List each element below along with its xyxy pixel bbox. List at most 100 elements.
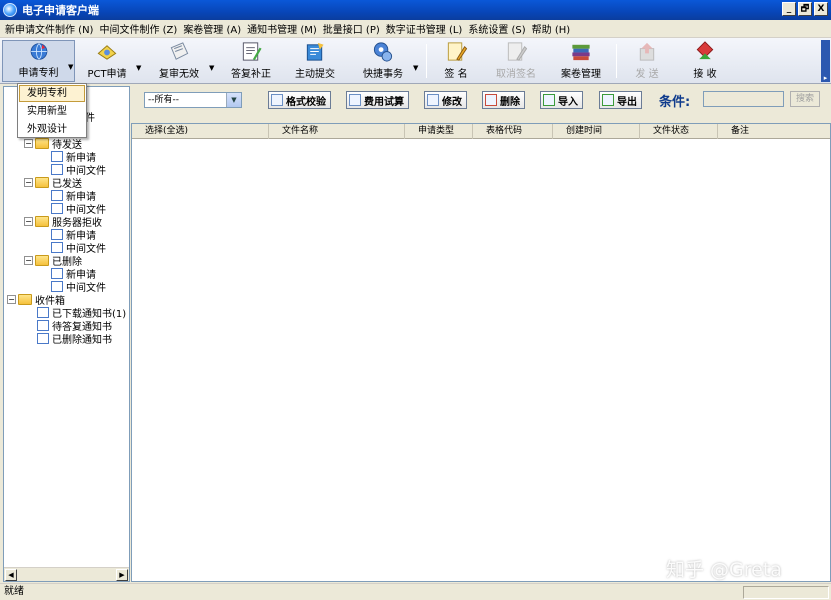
minimize-button[interactable]: _ — [782, 2, 796, 16]
pct-apply-label: PCT申请 — [87, 69, 127, 80]
search-button[interactable]: 搜索 — [790, 91, 820, 107]
modify-button[interactable]: 修改 — [424, 91, 467, 109]
case-management-button[interactable]: 案卷管理 — [556, 40, 606, 82]
document-icon — [51, 202, 63, 214]
collapse-icon[interactable]: − — [24, 177, 33, 187]
horizontal-scrollbar[interactable]: ◀ ▶ — [4, 567, 129, 581]
import-label: 导入 — [558, 96, 578, 108]
reply-correction-button[interactable]: 答复补正 — [227, 40, 275, 82]
chevron-down-icon[interactable]: ▼ — [209, 64, 214, 72]
close-button[interactable]: X — [814, 2, 828, 16]
filter-bar: --所有-- ▼ 格式校验 费用试算 修改 删除 导入 导出 条件: 搜索 — [131, 86, 831, 122]
apply-patent-button[interactable]: 申请专利 ▼ — [2, 40, 75, 82]
menu-help[interactable]: 帮助 (H) — [529, 21, 574, 36]
tree-node-sent[interactable]: − 已发送 — [24, 176, 82, 190]
chevron-down-icon[interactable]: ▼ — [413, 64, 418, 72]
collapse-icon[interactable]: − — [7, 294, 16, 304]
collapse-icon[interactable]: − — [24, 255, 33, 265]
column-header-form-code[interactable]: 表格代码 — [473, 124, 553, 139]
restore-button[interactable]: 🗗 — [798, 2, 812, 16]
tree-node-label: 已删除通知书 — [52, 334, 112, 346]
menu-item-utility-model[interactable]: 实用新型 — [19, 103, 85, 120]
tree-node-pending-new[interactable]: 新申请 — [51, 150, 96, 164]
delete-icon — [485, 94, 497, 106]
tree-node-rejected-intermediate[interactable]: 中间文件 — [51, 241, 106, 255]
receive-label: 接 收 — [693, 69, 717, 80]
send-button[interactable]: 发 送 — [628, 40, 666, 82]
tree-node-pending-reply-notices[interactable]: 待答复通知书 — [37, 319, 112, 333]
notice-icon — [37, 332, 49, 344]
export-label: 导出 — [617, 96, 637, 108]
menu-notice-management[interactable]: 通知书管理 (M) — [244, 21, 320, 36]
tree-node-pending-send[interactable]: − 待发送 — [24, 137, 82, 151]
column-header-file-name[interactable]: 文件名称 — [269, 124, 405, 139]
unsign-icon — [507, 42, 528, 61]
export-button[interactable]: 导出 — [599, 91, 642, 109]
import-button[interactable]: 导入 — [540, 91, 583, 109]
magnifier-icon — [271, 94, 283, 106]
active-submit-button[interactable]: 主动提交 — [289, 40, 341, 82]
tree-node-rejected-new[interactable]: 新申请 — [51, 228, 96, 242]
scroll-right-icon[interactable]: ▶ — [116, 569, 128, 581]
tree-node-pending-intermediate[interactable]: 中间文件 — [51, 163, 106, 177]
app-icon — [3, 3, 17, 17]
scroll-left-icon[interactable]: ◀ — [5, 569, 17, 581]
tree-node-label: 中间文件 — [66, 282, 106, 294]
quick-affairs-button[interactable]: 快捷事务 — [357, 40, 409, 82]
tree-node-deleted-notices[interactable]: 已删除通知书 — [37, 332, 112, 346]
condition-input[interactable] — [703, 91, 784, 107]
send-icon — [639, 42, 655, 61]
menu-system-settings[interactable]: 系统设置 (S) — [465, 21, 528, 36]
delete-button[interactable]: 删除 — [482, 91, 525, 109]
toolbar: 申请专利 ▼ PCT申请 ▼ 复审无效 ▼ 答复补正 主动提交 快捷事务 ▼ 签… — [0, 38, 831, 84]
tree-node-sent-intermediate[interactable]: 中间文件 — [51, 202, 106, 216]
column-header-created-time[interactable]: 创建时间 — [553, 124, 640, 139]
chevron-down-icon[interactable]: ▼ — [68, 63, 73, 71]
column-header-remarks[interactable]: 备注 — [718, 124, 830, 139]
collapse-icon[interactable]: − — [24, 216, 33, 226]
reexam-invalid-button[interactable]: 复审无效 — [150, 40, 208, 82]
toolbar-overflow-button[interactable]: ▸ — [821, 40, 830, 82]
apply-patent-dropdown-menu: 发明专利 实用新型 外观设计 — [17, 83, 87, 138]
menu-case-management[interactable]: 案卷管理 (A) — [180, 21, 244, 36]
column-header-file-status[interactable]: 文件状态 — [640, 124, 718, 139]
pct-apply-button[interactable]: PCT申请 — [82, 40, 132, 82]
send-label: 发 送 — [635, 69, 659, 80]
collapse-icon[interactable]: − — [24, 138, 33, 148]
edit-icon — [242, 42, 262, 61]
tree-node-sent-new[interactable]: 新申请 — [51, 189, 96, 203]
gears-icon — [373, 42, 393, 62]
menu-intermediate-file[interactable]: 中间文件制作 (Z) — [96, 21, 180, 36]
menu-item-design[interactable]: 外观设计 — [19, 121, 85, 138]
chevron-down-icon[interactable]: ▼ — [226, 93, 241, 107]
chevron-down-icon[interactable]: ▼ — [136, 64, 141, 72]
sign-button[interactable]: 签 名 — [436, 40, 476, 82]
fee-estimate-button[interactable]: 费用试算 — [346, 91, 409, 109]
tree-node-downloaded-notices[interactable]: 已下载通知书(1) — [37, 306, 126, 320]
menu-new-application[interactable]: 新申请文件制作 (N) — [2, 21, 96, 36]
case-management-label: 案卷管理 — [561, 69, 601, 80]
column-header-select-all[interactable]: 选择(全选) — [132, 124, 269, 139]
active-submit-label: 主动提交 — [295, 69, 335, 80]
receive-button[interactable]: 接 收 — [684, 40, 726, 82]
watermark: 知乎 @Greta — [666, 559, 782, 581]
format-check-button[interactable]: 格式校验 — [268, 91, 331, 109]
cancel-sign-button[interactable]: 取消签名 — [494, 40, 538, 82]
tree-node-inbox[interactable]: − 收件箱 — [7, 293, 65, 307]
tree-node-deleted-new[interactable]: 新申请 — [51, 267, 96, 281]
tree-node-deleted[interactable]: − 已删除 — [24, 254, 82, 268]
navigation-tree-panel: 件 − 待发送 新申请 中间文件 − 已发送 新申请 中间文件 − 服务器拒收 … — [3, 86, 130, 582]
document-icon — [51, 189, 63, 201]
tree-node-server-rejected[interactable]: − 服务器拒收 — [24, 215, 102, 229]
window-controls: _ 🗗 X — [782, 2, 828, 16]
column-header-application-type[interactable]: 申请类型 — [405, 124, 473, 139]
calculator-icon — [349, 94, 361, 106]
books-icon — [572, 44, 590, 61]
type-filter-select[interactable]: --所有-- ▼ — [144, 92, 242, 108]
menu-batch-interface[interactable]: 批量接口 (P) — [320, 21, 383, 36]
menu-certificate-management[interactable]: 数字证书管理 (L) — [383, 21, 466, 36]
tree-node-deleted-intermediate[interactable]: 中间文件 — [51, 280, 106, 294]
window-title: 电子申请客户端 — [22, 4, 99, 17]
globe-icon — [30, 43, 47, 60]
menu-item-invention-patent[interactable]: 发明专利 — [19, 85, 85, 102]
